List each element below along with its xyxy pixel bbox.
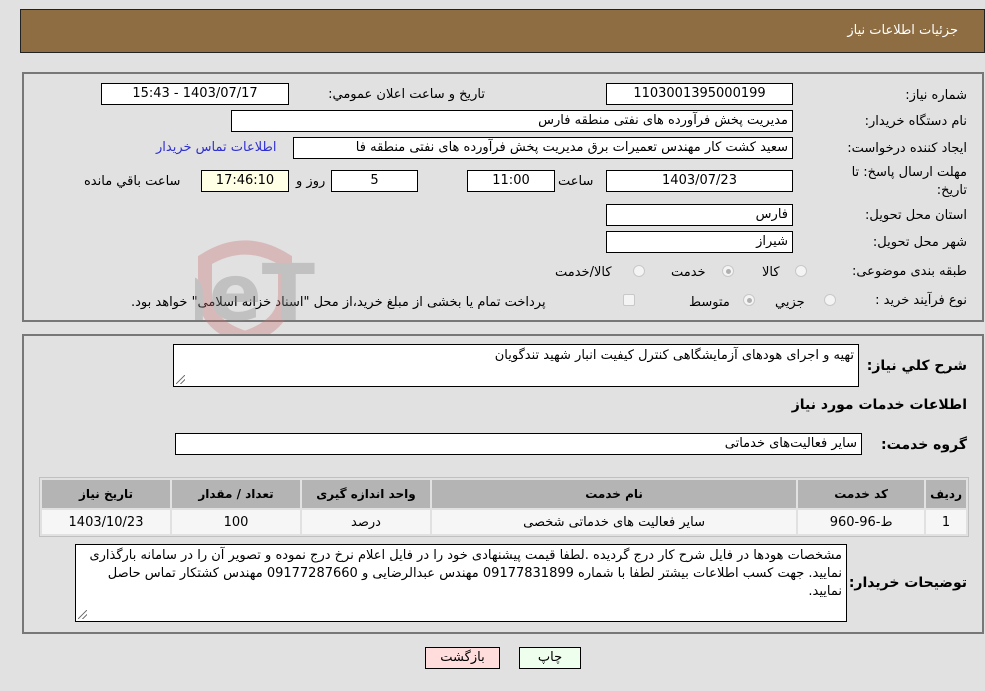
col-header-row-number: ردیف	[926, 480, 966, 508]
print-button[interactable]: چاپ	[519, 647, 581, 669]
category-radio-goods-service[interactable]	[633, 265, 645, 277]
col-header-service-name: نام خدمت	[432, 480, 797, 508]
buyer-notes-label: توضیحات خریدار:	[848, 575, 967, 591]
deadline-label: مهلت ارسال پاسخ: تا تاریخ:	[852, 164, 967, 200]
province-field[interactable]: فارس	[606, 204, 793, 226]
cell-unit: درصد	[302, 510, 430, 534]
buyer-org-field[interactable]: مدیریت پخش فرآورده های نفتی منطقه فارس	[231, 110, 793, 132]
remaining-label: ساعت باقي مانده	[84, 174, 181, 189]
process-radio-partial[interactable]	[824, 294, 836, 306]
cell-service-name: سایر فعالیت های خدماتی شخصی	[432, 510, 797, 534]
treasury-note: پرداخت تمام یا بخشی از مبلغ خرید،از محل …	[131, 295, 546, 310]
province-label: استان محل تحویل:	[865, 208, 967, 223]
deadline-date-field[interactable]: 1403/07/23	[606, 170, 793, 192]
city-label: شهر محل تحویل:	[872, 235, 967, 250]
announce-datetime-field[interactable]: 1403/07/17 - 15:43	[101, 83, 289, 105]
description-label: شرح کلي نیاز:	[866, 358, 967, 374]
days-remaining-field[interactable]: 5	[331, 170, 418, 192]
category-option-goods-service: کالا/خدمت	[555, 265, 612, 280]
category-label: طبقه بندی موضوعی:	[851, 264, 967, 279]
category-option-service: خدمت	[671, 265, 706, 280]
buyer-notes-textarea[interactable]: مشخصات هودها در فایل شرح کار درج گردیده …	[75, 544, 847, 622]
service-group-field[interactable]: سایر فعالیت‌های خدماتی	[175, 433, 862, 455]
cell-row-number: 1	[926, 510, 966, 534]
page-header: جزئیات اطلاعات نیاز	[20, 9, 985, 53]
table-header-row: ردیف کد خدمت نام خدمت واحد اندازه گیری ت…	[42, 480, 966, 508]
buyer-org-label: نام دستگاه خریدار:	[864, 114, 967, 129]
announce-datetime-label: تاریخ و ساعت اعلان عمومي:	[328, 87, 485, 102]
description-textarea[interactable]: تهیه و اجرای هودهای آزمایشگاهی کنترل کیف…	[173, 344, 859, 387]
resize-grip-icon[interactable]	[176, 375, 185, 384]
deadline-label-line1: مهلت ارسال پاسخ: تا	[851, 165, 967, 180]
process-label: نوع فرآیند خرید :	[875, 293, 967, 308]
need-number-field[interactable]: 1103001395000199	[606, 83, 793, 105]
creator-field[interactable]: سعید کشت کار مهندس تعمیرات برق مدیریت پخ…	[293, 137, 793, 159]
city-field[interactable]: شیراز	[606, 231, 793, 253]
deadline-label-line2: تاریخ:	[936, 183, 967, 198]
service-group-label: گروه خدمت:	[881, 437, 967, 453]
services-section-title: اطلاعات خدمات مورد نیاز	[791, 397, 967, 413]
deadline-hour-label: ساعت	[558, 174, 594, 189]
col-header-service-code: کد خدمت	[798, 480, 925, 508]
category-option-goods: کالا	[762, 265, 780, 280]
table-row: 1 ط-96-960 سایر فعالیت های خدماتی شخصی د…	[42, 510, 966, 534]
category-radio-service[interactable]	[722, 265, 734, 277]
cell-need-date: 1403/10/23	[42, 510, 170, 534]
days-label: روز و	[296, 174, 326, 189]
process-option-medium: متوسط	[689, 295, 730, 310]
need-number-label: شماره نیاز:	[905, 88, 967, 103]
buyer-notes-text: مشخصات هودها در فایل شرح کار درج گردیده …	[89, 548, 842, 599]
creator-label: ایجاد کننده درخواست:	[847, 141, 967, 156]
col-header-need-date: تاریخ نیاز	[42, 480, 170, 508]
page-title: جزئیات اطلاعات نیاز	[847, 23, 958, 38]
category-radio-goods[interactable]	[795, 265, 807, 277]
deadline-time-field[interactable]: 11:00	[467, 170, 555, 192]
buyer-contact-link[interactable]: اطلاعات تماس خریدار	[156, 140, 276, 155]
cell-quantity: 100	[172, 510, 300, 534]
cell-service-code: ط-96-960	[798, 510, 925, 534]
treasury-checkbox[interactable]	[623, 294, 635, 306]
back-button[interactable]: بازگشت	[425, 647, 500, 669]
remaining-time-field: 17:46:10	[201, 170, 289, 192]
process-option-partial: جزیي	[775, 295, 805, 310]
process-radio-medium[interactable]	[743, 294, 755, 306]
col-header-quantity: تعداد / مقدار	[172, 480, 300, 508]
description-text: تهیه و اجرای هودهای آزمایشگاهی کنترل کیف…	[494, 348, 854, 363]
resize-grip-icon[interactable]	[78, 610, 87, 619]
col-header-unit: واحد اندازه گیری	[302, 480, 430, 508]
services-table: ردیف کد خدمت نام خدمت واحد اندازه گیری ت…	[39, 477, 969, 537]
